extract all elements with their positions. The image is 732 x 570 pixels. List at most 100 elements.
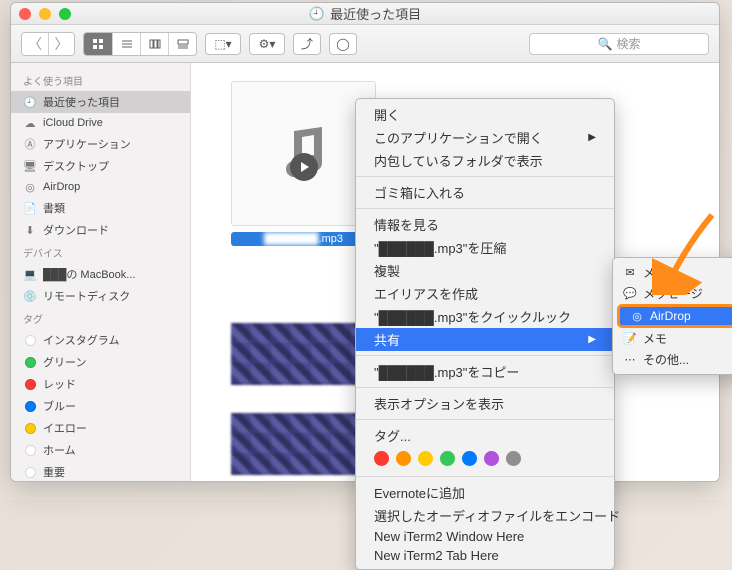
- sidebar-section-header: タグ: [11, 307, 190, 329]
- arrange-button[interactable]: ⬚▾: [205, 33, 241, 55]
- context-menu-item[interactable]: "██████.mp3"をクイックルック: [356, 305, 614, 328]
- cloud-icon: ☁: [23, 116, 37, 130]
- forward-button[interactable]: 〉: [48, 33, 74, 55]
- sidebar-item-label: ホーム: [43, 442, 76, 458]
- context-menu-item[interactable]: 複製: [356, 259, 614, 282]
- share-item-icon: ✉: [623, 266, 637, 280]
- tag-icon: [23, 333, 37, 347]
- titlebar: 🕘 最近使った項目: [11, 3, 719, 25]
- context-menu-item[interactable]: "██████.mp3"をコピー: [356, 360, 614, 383]
- context-menu-item[interactable]: ゴミ箱に入れる: [356, 181, 614, 204]
- sidebar-item-label: ███の MacBook...: [43, 266, 135, 282]
- sidebar-item-label: レッド: [43, 376, 76, 392]
- share-menu-item[interactable]: ◎ AirDrop: [617, 304, 732, 328]
- context-menu-item[interactable]: 表示オプションを表示: [356, 392, 614, 415]
- sidebar-item[interactable]: 🕘 最近使った項目: [11, 91, 190, 113]
- submenu-arrow-icon: ▶: [588, 132, 596, 143]
- tag-icon: [23, 421, 37, 435]
- context-menu-item[interactable]: 開く: [356, 103, 614, 126]
- context-menu-item[interactable]: タグ...: [356, 424, 614, 447]
- sidebar-item-label: インスタグラム: [43, 332, 119, 348]
- sidebar-item[interactable]: インスタグラム: [11, 329, 190, 351]
- coverflow-view-button[interactable]: [168, 33, 196, 55]
- sidebar-item-label: 書類: [43, 200, 65, 216]
- share-item-icon: 💬: [623, 287, 637, 301]
- context-menu-item[interactable]: "██████.mp3"を圧縮: [356, 236, 614, 259]
- docs-icon: 📄: [23, 201, 37, 215]
- context-menu-item[interactable]: エイリアスを作成: [356, 282, 614, 305]
- sidebar-item[interactable]: ブルー: [11, 395, 190, 417]
- sidebar-item[interactable]: ◎AirDrop: [11, 177, 190, 197]
- sidebar-item[interactable]: 重要: [11, 461, 190, 481]
- sidebar-item[interactable]: 📄 書類: [11, 197, 190, 219]
- laptop-icon: 💻: [23, 267, 37, 281]
- sidebar-item-label: デスクトップ: [43, 158, 109, 174]
- sidebar-item[interactable]: ☁ iCloud Drive: [11, 113, 190, 133]
- toolbar: 〈 〉 ⬚▾ ⚙▾ ⤴ ◯ 🔍 検索: [11, 25, 719, 63]
- sidebar-item[interactable]: 🖥デスクトップ: [11, 155, 190, 177]
- context-menu-item[interactable]: このアプリケーションで開く▶: [356, 126, 614, 149]
- share-menu-item[interactable]: ✉メール: [613, 262, 732, 283]
- sidebar-item-label: イエロー: [43, 420, 87, 436]
- sidebar-item-label: アプリケーション: [43, 136, 131, 152]
- search-icon: 🔍: [598, 37, 613, 51]
- play-icon: [290, 153, 318, 181]
- back-button[interactable]: 〈: [22, 33, 48, 55]
- sidebar-item[interactable]: グリーン: [11, 351, 190, 373]
- downloads-icon: ⬇: [23, 223, 37, 237]
- sidebar-item[interactable]: レッド: [11, 373, 190, 395]
- view-mode-segment: [83, 32, 197, 56]
- search-field[interactable]: 🔍 検索: [529, 33, 709, 55]
- context-menu-item[interactable]: 内包しているフォルダで表示: [356, 149, 614, 172]
- sidebar-item-label: ダウンロード: [43, 222, 109, 238]
- context-menu-item[interactable]: New iTerm2 Tab Here: [356, 546, 614, 565]
- nav-buttons: 〈 〉: [21, 32, 75, 56]
- share-menu-item[interactable]: 📝メモ: [613, 328, 732, 349]
- window-title: 🕘 最近使った項目: [309, 4, 421, 23]
- zoom-button[interactable]: [59, 8, 71, 20]
- airdrop-icon: ◎: [23, 180, 37, 194]
- submenu-arrow-icon: ▶: [588, 334, 596, 345]
- sidebar-item-label: 重要: [43, 464, 65, 480]
- recent-icon: 🕘: [23, 95, 37, 109]
- sidebar-item-label: iCloud Drive: [43, 117, 103, 129]
- sidebar-item-label: リモートディスク: [43, 288, 130, 304]
- context-menu-item[interactable]: 選択したオーディオファイルをエンコード: [356, 504, 614, 527]
- sidebar: よく使う項目 🕘 最近使った項目 ☁ iCloud Drive Ⓐ アプリケーション 🖥デスク…: [11, 63, 191, 481]
- share-menu-item[interactable]: 💬 メッセージ: [613, 283, 732, 304]
- sidebar-item[interactable]: ⬇ ダウンロード: [11, 219, 190, 241]
- column-view-button[interactable]: [140, 33, 168, 55]
- share-item-label: メッセージ: [643, 285, 703, 302]
- apps-icon: Ⓐ: [23, 137, 37, 151]
- minimize-button[interactable]: [39, 8, 51, 20]
- disc-icon: 💿: [23, 289, 37, 303]
- list-view-button[interactable]: [112, 33, 140, 55]
- share-button[interactable]: ⤴: [293, 33, 321, 55]
- context-menu-item[interactable]: Evernoteに追加: [356, 481, 614, 504]
- share-menu-item[interactable]: ⋯ その他...: [613, 349, 732, 370]
- sidebar-item[interactable]: ホーム: [11, 439, 190, 461]
- tag-color-row[interactable]: [356, 447, 614, 472]
- share-item-icon: ◎: [630, 309, 644, 323]
- close-button[interactable]: [19, 8, 31, 20]
- action-button[interactable]: ⚙▾: [249, 33, 285, 55]
- context-menu-item[interactable]: 情報を見る: [356, 213, 614, 236]
- tag-icon: [23, 399, 37, 413]
- sidebar-item[interactable]: イエロー: [11, 417, 190, 439]
- share-item-icon: ⋯: [623, 353, 637, 367]
- context-menu-item[interactable]: 共有▶: [356, 328, 614, 351]
- share-item-label: AirDrop: [650, 309, 691, 323]
- sidebar-item-label: ブルー: [43, 398, 76, 414]
- tags-button[interactable]: ◯: [329, 33, 357, 55]
- tag-icon: [23, 443, 37, 457]
- icon-view-button[interactable]: [84, 33, 112, 55]
- sidebar-item[interactable]: Ⓐ アプリケーション: [11, 133, 190, 155]
- sidebar-item[interactable]: 💻 ███の MacBook...: [11, 263, 190, 285]
- sidebar-item-label: 最近使った項目: [43, 94, 120, 110]
- tag-icon: [23, 377, 37, 391]
- tag-icon: [23, 465, 37, 479]
- share-item-label: その他...: [643, 351, 689, 368]
- sidebar-section-header: よく使う項目: [11, 69, 190, 91]
- context-menu-item[interactable]: New iTerm2 Window Here: [356, 527, 614, 546]
- sidebar-item[interactable]: 💿 リモートディスク: [11, 285, 190, 307]
